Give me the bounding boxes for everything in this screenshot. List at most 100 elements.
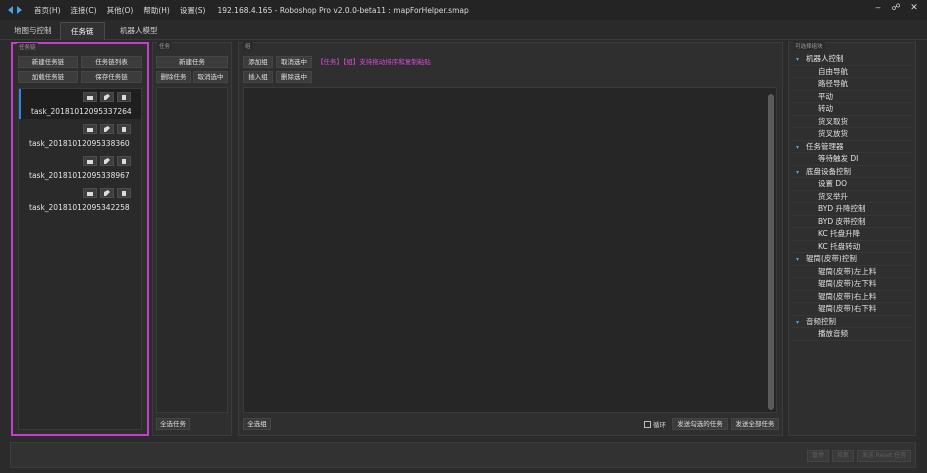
chain-list-item[interactable]: task_20181012095337264 [19, 89, 141, 119]
window-title: 192.168.4.165 - Roboshop Pro v2.0.0-beta… [217, 5, 469, 15]
tree-category[interactable]: ▾ 底盘设备控制 [792, 166, 912, 178]
minimize-icon[interactable]: ‒ [872, 3, 884, 13]
panel-title: 任务 [157, 42, 173, 50]
tree-item[interactable]: 路径导航 [792, 78, 912, 91]
menu-help[interactable]: 帮助(H) [143, 5, 170, 16]
chain-list-item[interactable]: task_20181012095342258 [19, 185, 141, 215]
tree-category-label: 任务管理器 [806, 141, 844, 151]
send-reset-task-button[interactable]: 发送 Reset 任务 [857, 450, 911, 462]
load-chain-button[interactable]: 加载任务链 [18, 71, 78, 83]
tree-category[interactable]: ▾ 音频控制 [792, 316, 912, 328]
edit-icon[interactable] [100, 156, 114, 166]
blocks-tree: ▾ 机器人控制 自由导航 路径导航 平动 转动 货叉取货 货叉放货 ▾ 任务管理器 … [792, 53, 912, 433]
task-list[interactable] [156, 87, 228, 413]
checkbox-box[interactable] [644, 420, 651, 428]
task-panel: 任务 新建任务 删除任务 取消选中 全选任务 [152, 42, 232, 436]
resume-button[interactable]: 恢复 [832, 450, 854, 462]
tree-item[interactable]: 辊筒(皮带)左下料 [792, 278, 912, 291]
edit-icon[interactable] [100, 92, 114, 102]
close-icon[interactable]: ✕ [908, 3, 920, 13]
edit-icon[interactable] [100, 124, 114, 134]
chain-name: task_20181012095342258 [29, 203, 130, 212]
delete-icon[interactable] [117, 188, 131, 198]
tree-item[interactable]: 辊筒(皮带)左上料 [792, 266, 912, 278]
delete-icon[interactable] [117, 124, 131, 134]
tree-item[interactable]: BYD 皮带控制 [792, 216, 912, 228]
add-group-button[interactable]: 添加组 [243, 56, 273, 68]
pause-button[interactable]: 暂停 [807, 450, 829, 462]
tab-bar: 地图与控制 任务链 机器人模型 [0, 20, 927, 40]
send-checked-tasks-button[interactable]: 发送勾选的任务 [672, 418, 728, 430]
panel-title: 组 [243, 42, 253, 50]
app-logo-icon [6, 3, 24, 17]
tree-item[interactable]: 播放音频 [792, 328, 912, 341]
tab-robot-model[interactable]: 机器人模型 [110, 22, 168, 40]
tree-item[interactable]: 转动 [792, 103, 912, 116]
vertical-scrollbar[interactable] [768, 94, 774, 410]
loop-label: 循环 [653, 421, 666, 429]
group-area[interactable] [243, 87, 777, 413]
tree-item[interactable]: BYD 升降控制 [792, 203, 912, 216]
footer-bar: 暂停 恢复 发送 Reset 任务 [10, 442, 916, 468]
tree-item[interactable]: 货叉举升 [792, 191, 912, 203]
chain-list: task_20181012095337264 task_201810120953… [18, 88, 142, 430]
run-icon[interactable] [83, 92, 97, 102]
tree-item[interactable]: 辊筒(皮带)右下料 [792, 303, 912, 316]
tree-item[interactable]: 设置 DO [792, 178, 912, 191]
blocks-panel: 可选择组块 ▾ 机器人控制 自由导航 路径导航 平动 转动 货叉取货 货叉放货 ▾… [788, 42, 916, 436]
loop-checkbox[interactable]: 循环 [644, 419, 666, 429]
panel-title: 可选择组块 [793, 42, 825, 50]
new-chain-button[interactable]: 新建任务链 [18, 56, 78, 68]
tree-category-label: 辊筒(皮带)控制 [806, 254, 857, 263]
tree-item[interactable]: 货叉取货 [792, 116, 912, 128]
chain-list-button[interactable]: 任务链列表 [81, 56, 142, 68]
tab-map-control[interactable]: 地图与控制 [4, 22, 62, 40]
tree-category[interactable]: ▾ 辊筒(皮带)控制 [792, 253, 912, 266]
group-panel: 组 添加组 取消选中 【任务】【组】支持拖动排序和复制粘贴 插入组 删除选中 全… [238, 42, 783, 436]
menu-other[interactable]: 其他(O) [107, 5, 134, 16]
chain-name: task_20181012095337264 [31, 107, 132, 116]
delete-icon[interactable] [117, 92, 131, 102]
cancel-select-group-button[interactable]: 取消选中 [276, 56, 312, 68]
insert-group-button[interactable]: 插入组 [243, 71, 273, 83]
tree-item[interactable]: KC 托盘升降 [792, 228, 912, 241]
menu-connect[interactable]: 连接(C) [71, 5, 97, 16]
tree-category-label: 机器人控制 [806, 54, 844, 63]
maximize-icon[interactable]: ☍ [890, 3, 902, 13]
tree-category-label: 底盘设备控制 [806, 166, 851, 176]
drag-hint-text: 【任务】【组】支持拖动排序和复制粘贴 [317, 58, 431, 66]
scrollbar-thumb[interactable] [768, 94, 774, 410]
chain-name: task_20181012095338967 [29, 171, 130, 180]
edit-icon[interactable] [100, 188, 114, 198]
select-all-groups-button[interactable]: 全选组 [243, 418, 271, 430]
delete-selected-button[interactable]: 删除选中 [276, 71, 312, 83]
run-icon[interactable] [83, 188, 97, 198]
run-icon[interactable] [83, 156, 97, 166]
tab-task-chain[interactable]: 任务链 [60, 22, 105, 40]
title-bar: 首页(H) 连接(C) 其他(O) 帮助(H) 设置(S) 192.168.4.… [0, 0, 927, 20]
chain-list-item[interactable]: task_20181012095338360 [19, 121, 141, 151]
panel-title: 任务链 [17, 43, 38, 51]
send-all-tasks-button[interactable]: 发送全部任务 [731, 418, 779, 430]
tree-category-label: 音频控制 [806, 316, 836, 326]
menu-settings[interactable]: 设置(S) [180, 5, 206, 16]
chain-name: task_20181012095338360 [29, 139, 130, 148]
task-chain-panel: 任务链 新建任务链 任务链列表 加载任务链 保存任务链 task_2018101… [11, 42, 149, 436]
tree-item[interactable]: 等待触发 DI [792, 153, 912, 166]
select-all-tasks-button[interactable]: 全选任务 [156, 418, 190, 430]
tree-item[interactable]: 辊筒(皮带)右上料 [792, 291, 912, 303]
cancel-select-task-button[interactable]: 取消选中 [193, 71, 228, 83]
delete-icon[interactable] [117, 156, 131, 166]
tree-item[interactable]: 货叉放货 [792, 128, 912, 141]
tree-category[interactable]: ▾ 任务管理器 [792, 141, 912, 153]
tree-category[interactable]: ▾ 机器人控制 [792, 53, 912, 66]
tree-item[interactable]: 平动 [792, 91, 912, 103]
chain-list-item[interactable]: task_20181012095338967 [19, 153, 141, 183]
tree-item[interactable]: 自由导航 [792, 66, 912, 78]
tree-item[interactable]: KC 托盘转动 [792, 241, 912, 253]
save-chain-button[interactable]: 保存任务链 [81, 71, 142, 83]
delete-task-button[interactable]: 删除任务 [156, 71, 191, 83]
menu-home[interactable]: 首页(H) [34, 5, 61, 16]
new-task-button[interactable]: 新建任务 [156, 56, 228, 68]
run-icon[interactable] [83, 124, 97, 134]
